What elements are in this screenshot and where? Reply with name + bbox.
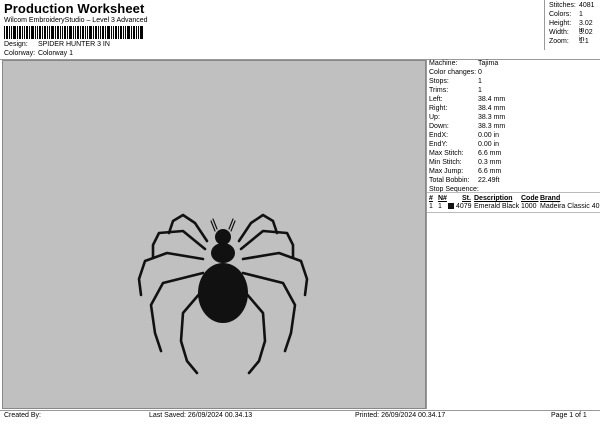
info-value: 38.4 mm [478, 96, 506, 103]
stat-label: Zoom: [549, 38, 569, 45]
info-value: 0.3 mm [478, 159, 502, 166]
info-label: Right: [429, 105, 448, 112]
footer-created-by: Created By: [4, 412, 41, 419]
info-machine: Machine: Tajima [429, 60, 498, 67]
info-min-stitch: Min Stitch: 0.3 mm [429, 159, 501, 166]
info-label: EndY: [429, 141, 448, 148]
info-value: 1 [478, 78, 482, 85]
design-label: Design: [4, 41, 28, 48]
col-header-code: Code [521, 195, 539, 202]
info-label: Min Stitch: [429, 159, 462, 166]
design-preview [2, 60, 426, 409]
info-label: Color changes: [429, 69, 477, 76]
stats-panel: Stitches: 4081 Colors: 1 Height: 3.02 in Wi… [544, 0, 600, 50]
info-color-changes: Color changes: 0 [429, 69, 482, 76]
footer-page: Page 1 of 1 [551, 412, 587, 419]
divider [0, 410, 600, 411]
stat-colors: Colors: 1 [549, 11, 583, 18]
divider [427, 212, 600, 213]
row-brand: Madeira Classic 40 [540, 203, 600, 210]
row-stitches: 4079 [456, 203, 472, 210]
divider [427, 192, 600, 193]
row-code: 1000 [521, 203, 537, 210]
info-value: 22.49ft [478, 177, 500, 184]
col-header-brand: Brand [540, 195, 561, 202]
info-label: Max Stitch: [429, 150, 464, 157]
stat-zoom: Zoom: 1:1 [549, 38, 589, 45]
design-row: Design: SPIDER HUNTER 3 IN [4, 41, 110, 48]
info-stops: Stops: 1 [429, 78, 482, 85]
info-label: Machine: [429, 60, 458, 67]
col-header-num: # [429, 195, 433, 202]
info-label: Total Bobbin: [429, 177, 470, 184]
info-label: Trims: [429, 87, 449, 94]
row-needle: 1 [438, 203, 442, 210]
info-total-bobbin: Total Bobbin: 22.49ft [429, 177, 499, 184]
info-value: 0.00 in [478, 132, 500, 139]
barcode-image [4, 26, 143, 39]
info-value: 38.3 mm [478, 114, 506, 121]
info-trims: Trims: 1 [429, 87, 482, 94]
info-endy: EndY: 0.00 in [429, 141, 499, 148]
info-label: Left: [429, 96, 443, 103]
stat-width: Width: 3.02 in [549, 29, 593, 43]
colorway-label: Colorway: [4, 50, 36, 57]
info-endx: EndX: 0.00 in [429, 132, 499, 139]
info-left: Left: 38.4 mm [429, 96, 505, 103]
info-label: Up: [429, 114, 440, 121]
info-up: Up: 38.3 mm [429, 114, 505, 121]
colorway-row: Colorway: Colorway 1 [4, 50, 73, 57]
stat-label: Colors: [549, 11, 572, 18]
col-header-needle: N# [438, 195, 447, 202]
spider-embroidery-image [137, 213, 309, 375]
info-value: 6.6 mm [478, 150, 502, 157]
info-label: Down: [429, 123, 449, 130]
footer-printed: Printed: 26/09/2024 00.34.17 [355, 412, 446, 419]
info-value: 6.6 mm [478, 168, 502, 175]
info-value: 0 [478, 69, 482, 76]
footer-last-saved: Last Saved: 26/09/2024 00.34.13 [149, 412, 253, 419]
software-subtitle: Wilcom EmbroideryStudio – Level 3 Advanc… [4, 17, 148, 24]
row-num: 1 [429, 203, 433, 210]
page-title: Production Worksheet [4, 1, 145, 16]
thread-color-swatch [448, 203, 454, 209]
colorway-value: Colorway 1 [37, 50, 73, 57]
stat-label: Height: [549, 20, 572, 27]
info-value: 0.00 in [478, 141, 500, 148]
stat-label: Width: [549, 29, 569, 36]
info-label: EndX: [429, 132, 449, 139]
design-value: SPIDER HUNTER 3 IN [37, 41, 110, 48]
col-header-stitches: St. [462, 195, 471, 202]
stat-label: Stitches: [549, 2, 576, 9]
col-header-description: Description [474, 195, 513, 202]
info-label: Stops: [429, 78, 449, 85]
info-right: Right: 38.4 mm [429, 105, 505, 112]
divider [426, 60, 427, 409]
info-label: Max Jump: [429, 168, 464, 175]
info-max-jump: Max Jump: 6.6 mm [429, 168, 501, 175]
info-value: 1 [478, 87, 482, 94]
info-down: Down: 38.3 mm [429, 123, 505, 130]
info-max-stitch: Max Stitch: 6.6 mm [429, 150, 501, 157]
stat-value: 1 [579, 11, 583, 18]
stat-value: 1:1 [579, 38, 589, 45]
stat-stitches: Stitches: 4081 [549, 2, 595, 9]
stat-height: Height: 3.02 in [549, 20, 593, 34]
info-value: 38.4 mm [478, 105, 506, 112]
stat-value: 4081 [579, 2, 595, 9]
row-description: Emerald Black [474, 203, 520, 210]
info-value: 38.3 mm [478, 123, 506, 130]
info-value: Tajima [478, 60, 499, 67]
